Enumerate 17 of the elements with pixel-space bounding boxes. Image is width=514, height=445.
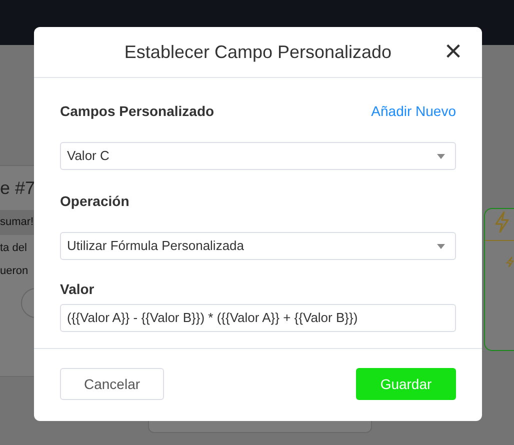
cancel-button[interactable]: Cancelar <box>60 368 164 400</box>
lightning-icon <box>494 211 510 233</box>
caret-icon <box>437 154 445 158</box>
dropdown[interactable]: Utilizar Fórmula Personalizada <box>60 232 456 260</box>
dialog-title: Establecer Campo Personalizado <box>124 40 392 64</box>
lightning-icon <box>506 256 514 268</box>
card-title: e #7 <box>0 177 36 200</box>
input-field[interactable]: ({{Valor A}} - {{Valor B}}) * ({{Valor A}} + {{Valor B}}) <box>60 304 456 332</box>
card-text: ta del <box>0 241 27 256</box>
field-label: Campos Personalizado <box>60 102 214 121</box>
dropdown[interactable]: Valor C <box>60 142 456 170</box>
card-text: ueron <box>0 264 28 279</box>
close-button[interactable]: × <box>444 37 462 67</box>
field-label: Operación <box>60 192 130 211</box>
banner: sumar! <box>0 210 34 235</box>
caret-icon <box>437 244 445 248</box>
field-label: Valor <box>60 280 94 298</box>
